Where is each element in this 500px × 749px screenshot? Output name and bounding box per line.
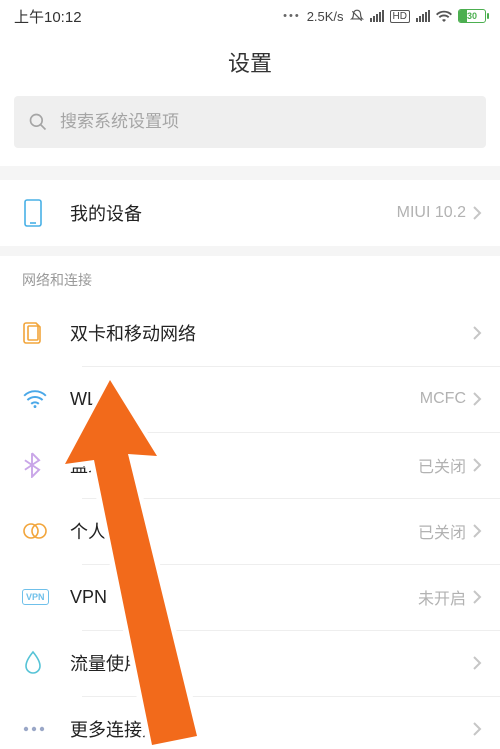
status-bar: 上午10:12 ••• 2.5K/s HD 30 xyxy=(0,0,500,32)
row-label: 更多连接方式 xyxy=(70,716,466,742)
row-value: MIUI 10.2 xyxy=(397,204,466,222)
status-time: 上午10:12 xyxy=(14,6,82,27)
row-label: VPN xyxy=(70,587,418,608)
more-icon xyxy=(22,724,46,734)
signal2-icon xyxy=(416,10,430,22)
row-value: MCFC xyxy=(420,390,466,408)
dnd-icon xyxy=(350,9,364,23)
row-label: 蓝牙 xyxy=(70,452,418,478)
row-more-connections[interactable]: 更多连接方式 xyxy=(0,696,500,749)
status-right: ••• 2.5K/s HD 30 xyxy=(283,9,486,24)
bluetooth-icon xyxy=(22,452,42,478)
wifi-icon xyxy=(436,10,452,22)
row-my-device[interactable]: 我的设备 MIUI 10.2 xyxy=(0,180,500,246)
signal-icon xyxy=(370,10,384,22)
chevron-right-icon xyxy=(472,721,482,737)
row-value: 未开启 xyxy=(418,585,466,609)
phone-icon xyxy=(22,198,44,228)
row-label: 双卡和移动网络 xyxy=(70,320,466,346)
row-label: 个人热点 xyxy=(70,518,418,544)
page-title: 设置 xyxy=(0,46,500,78)
chevron-right-icon xyxy=(472,589,482,605)
search-icon xyxy=(28,112,48,132)
page-header: 设置 xyxy=(0,32,500,96)
row-data-usage[interactable]: 流量使用情况 xyxy=(0,630,500,696)
row-bluetooth[interactable]: 蓝牙 已关闭 xyxy=(0,432,500,498)
wifi-setting-icon xyxy=(22,389,48,409)
data-usage-icon xyxy=(22,650,44,676)
row-sim[interactable]: 双卡和移动网络 xyxy=(0,300,500,366)
row-label: 我的设备 xyxy=(70,200,397,226)
row-value: 已关闭 xyxy=(418,453,466,477)
row-vpn[interactable]: VPN VPN 未开启 xyxy=(0,564,500,630)
status-network-speed: 2.5K/s xyxy=(307,9,344,24)
chevron-right-icon xyxy=(472,457,482,473)
chevron-right-icon xyxy=(472,325,482,341)
row-value: 已关闭 xyxy=(418,519,466,543)
chevron-right-icon xyxy=(472,655,482,671)
chevron-right-icon xyxy=(472,523,482,539)
chevron-right-icon xyxy=(472,391,482,407)
sim-icon xyxy=(22,320,46,346)
battery-icon: 30 xyxy=(458,9,486,23)
hotspot-icon xyxy=(22,521,48,541)
vpn-icon: VPN xyxy=(22,589,49,605)
status-more-icon: ••• xyxy=(283,10,301,22)
search-input[interactable] xyxy=(60,112,472,132)
section-title-network: 网络和连接 xyxy=(0,256,500,300)
row-hotspot[interactable]: 个人热点 已关闭 xyxy=(0,498,500,564)
row-wlan[interactable]: WLAN MCFC xyxy=(0,366,500,432)
chevron-right-icon xyxy=(472,205,482,221)
status-hd: HD xyxy=(390,10,410,23)
row-label: 流量使用情况 xyxy=(70,650,466,676)
search-box[interactable] xyxy=(14,96,486,148)
row-label: WLAN xyxy=(70,389,420,410)
